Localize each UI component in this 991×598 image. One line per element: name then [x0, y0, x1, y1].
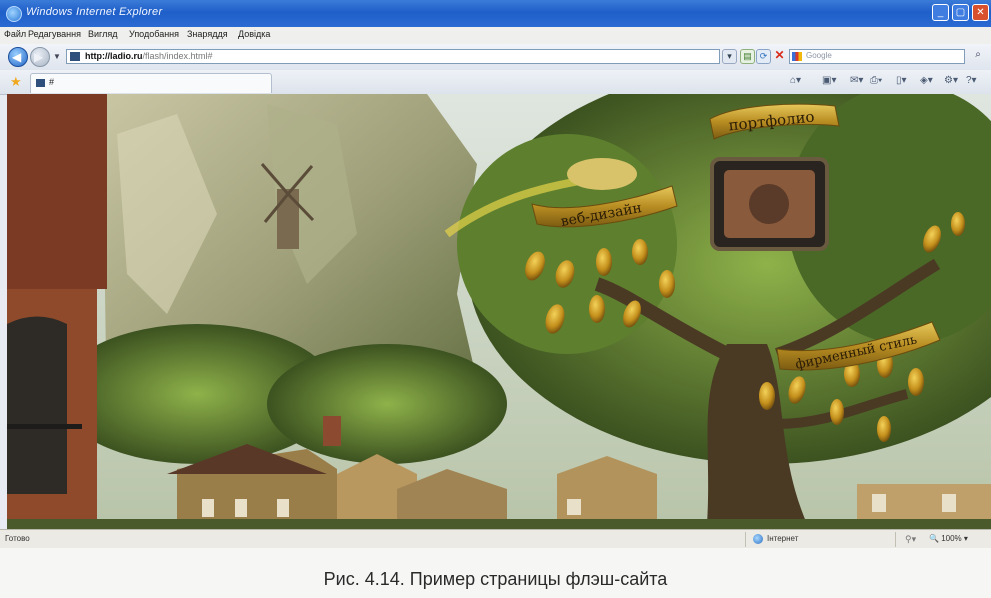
- url-path: /flash/index.html#: [142, 51, 213, 61]
- menu-edit[interactable]: Редагування: [28, 29, 81, 39]
- compatibility-view-icon[interactable]: ▤: [740, 49, 755, 64]
- search-placeholder: Google: [806, 51, 832, 60]
- brick-house-left: [7, 94, 107, 529]
- forward-arrow-icon: ▶: [34, 50, 44, 64]
- url-text: http://ladio.ru/flash/index.html#: [85, 51, 213, 61]
- page-menu-icon[interactable]: ▯▾: [896, 75, 907, 86]
- title-bar: Windows Internet Explorer _ ▢ ✕: [0, 0, 991, 27]
- window-title: Windows Internet Explorer: [26, 6, 163, 18]
- ground: [7, 519, 991, 529]
- figure-caption: Рис. 4.14. Пример страницы флэш-сайта: [323, 569, 668, 589]
- back-arrow-icon: ◀: [12, 50, 22, 64]
- status-bar: Готово Інтернет ⚲▾ 🔍 100% ▾: [0, 529, 991, 548]
- protected-mode-icon[interactable]: ⚲▾: [905, 534, 916, 545]
- flash-scene: портфолио веб-дизайн фирменный стиль: [7, 94, 991, 529]
- internet-zone-icon: [753, 534, 763, 544]
- feeds-icon[interactable]: ▣▾: [822, 75, 836, 86]
- address-input[interactable]: http://ladio.ru/flash/index.html#: [66, 49, 720, 64]
- home-icon[interactable]: ⌂▾: [790, 75, 801, 86]
- menu-file[interactable]: Файл: [4, 29, 26, 39]
- bush-middle: [267, 344, 507, 464]
- bird: [567, 158, 637, 190]
- back-button[interactable]: ◀: [8, 47, 28, 67]
- status-text: Готово: [5, 534, 30, 543]
- help-menu-icon[interactable]: ?▾: [966, 75, 977, 86]
- menu-help[interactable]: Довідка: [238, 29, 270, 39]
- tab-favicon-icon: [36, 79, 45, 87]
- menu-tools[interactable]: Знаряддя: [187, 29, 228, 39]
- status-divider: [895, 532, 896, 547]
- close-button[interactable]: ✕: [972, 4, 989, 21]
- address-dropdown-button[interactable]: ▾: [722, 49, 737, 64]
- address-bar: ◀ ▶ ▼ http://ladio.ru/flash/index.html# …: [0, 44, 991, 70]
- favorites-bar: ★ # ⌂▾ ▣▾ ✉▾ ⎙▾ ▯▾ ◈▾ ⚙▾ ?▾: [0, 70, 991, 95]
- menu-bar: Файл Редагування Вигляд Уподобання Знаря…: [0, 27, 991, 45]
- forward-button[interactable]: ▶: [30, 47, 50, 67]
- maximize-button[interactable]: ▢: [952, 4, 969, 21]
- print-icon[interactable]: ⎙▾: [870, 75, 882, 86]
- status-divider: [745, 532, 746, 547]
- tv-screen: [710, 157, 829, 251]
- search-icon[interactable]: ⌕: [970, 49, 986, 64]
- browser-window: Windows Internet Explorer _ ▢ ✕ Файл Ред…: [0, 0, 991, 548]
- menu-view[interactable]: Вигляд: [88, 29, 118, 39]
- search-input[interactable]: Google: [789, 49, 965, 64]
- url-host: http://ladio.ru: [85, 51, 143, 61]
- ie-logo-icon: [6, 6, 22, 22]
- stop-icon[interactable]: ✕: [772, 49, 787, 64]
- tab-label: #: [49, 77, 55, 87]
- refresh-icon[interactable]: ⟳: [756, 49, 771, 64]
- flash-content[interactable]: портфолио веб-дизайн фирменный стиль: [7, 94, 991, 529]
- zoom-value: 100%: [941, 534, 962, 543]
- minimize-button[interactable]: _: [932, 4, 949, 21]
- search-provider-icon: [792, 52, 802, 61]
- tools-menu-icon[interactable]: ⚙▾: [944, 75, 958, 86]
- zoom-level[interactable]: 🔍 100% ▾: [929, 534, 968, 543]
- menu-favorites[interactable]: Уподобання: [129, 29, 179, 39]
- safety-menu-icon[interactable]: ◈▾: [920, 75, 933, 86]
- favorites-star-icon[interactable]: ★: [10, 74, 22, 90]
- internet-zone-label: Інтернет: [767, 534, 799, 543]
- mail-icon[interactable]: ✉▾: [850, 75, 863, 86]
- tab-current[interactable]: #: [30, 73, 272, 93]
- page-favicon-icon: [70, 52, 80, 61]
- history-dropdown-icon[interactable]: ▼: [53, 52, 61, 61]
